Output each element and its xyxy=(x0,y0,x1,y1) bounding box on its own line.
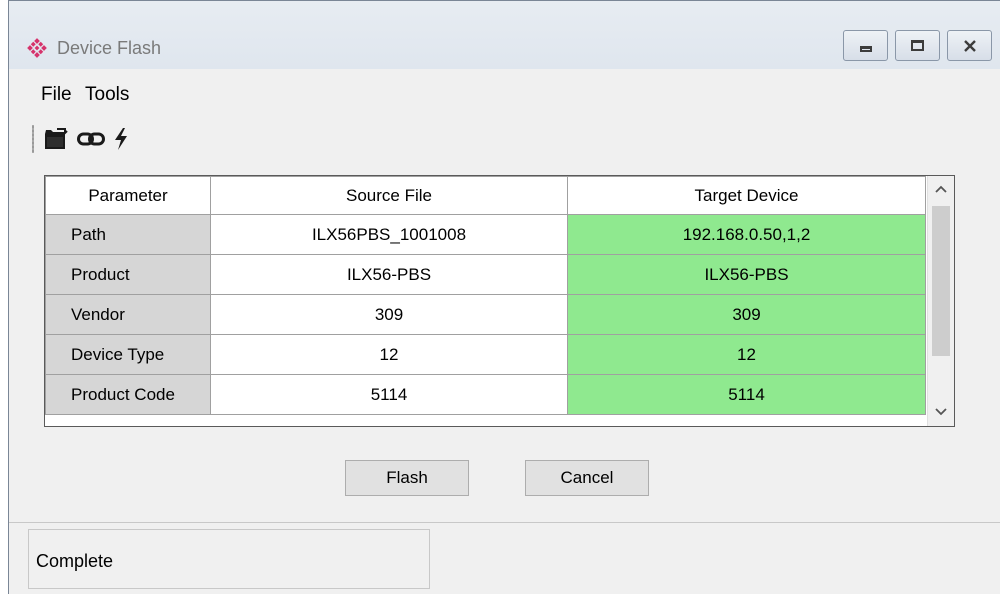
source-file-cell[interactable]: ILX56PBS_1001008 xyxy=(210,214,568,255)
app-icon xyxy=(27,38,47,58)
scrollbar-thumb[interactable] xyxy=(932,206,950,356)
table-row[interactable]: Product Code 5114 5114 xyxy=(45,374,926,415)
parameter-cell[interactable]: Vendor xyxy=(45,294,211,335)
source-file-cell[interactable]: 12 xyxy=(210,334,568,375)
chevron-up-icon xyxy=(935,185,947,193)
target-device-cell[interactable]: 309 xyxy=(567,294,926,335)
window-controls xyxy=(843,30,992,61)
table-row[interactable]: Device Type 12 12 xyxy=(45,334,926,375)
parameter-cell[interactable]: Product Code xyxy=(45,374,211,415)
status-text: Complete xyxy=(36,551,114,571)
column-header-parameter[interactable]: Parameter xyxy=(45,176,211,215)
open-folder-icon[interactable] xyxy=(43,127,69,151)
toolbar xyxy=(9,113,1000,163)
source-file-cell[interactable]: 5114 xyxy=(210,374,568,415)
toolbar-grip[interactable] xyxy=(32,125,34,153)
source-file-cell[interactable]: ILX56-PBS xyxy=(210,254,568,295)
table-header-row: Parameter Source File Target Device xyxy=(45,176,926,215)
parameter-cell[interactable]: Device Type xyxy=(45,334,211,375)
column-header-target-device[interactable]: Target Device xyxy=(567,176,926,215)
parameter-grid: Parameter Source File Target Device Path… xyxy=(44,175,955,427)
scroll-up-button[interactable] xyxy=(928,178,954,200)
minimize-button[interactable] xyxy=(843,30,888,61)
flash-button[interactable]: Flash xyxy=(345,460,469,496)
status-separator xyxy=(9,522,1000,523)
chevron-down-icon xyxy=(935,408,947,416)
link-icon[interactable] xyxy=(77,131,105,147)
parameter-table: Parameter Source File Target Device Path… xyxy=(45,176,926,415)
close-icon xyxy=(963,39,976,52)
maximize-button[interactable] xyxy=(895,30,940,61)
title-bar[interactable]: Device Flash xyxy=(9,1,1000,69)
device-flash-window: Device Flash File Tools Parameter Source… xyxy=(8,0,1000,594)
column-header-source-file[interactable]: Source File xyxy=(210,176,568,215)
source-file-cell[interactable]: 309 xyxy=(210,294,568,335)
menu-bar xyxy=(9,69,1000,111)
table-row[interactable]: Vendor 309 309 xyxy=(45,294,926,335)
parameter-cell[interactable]: Product xyxy=(45,254,211,295)
menu-file[interactable]: File xyxy=(41,84,72,106)
target-device-cell[interactable]: 5114 xyxy=(567,374,926,415)
vertical-scrollbar[interactable] xyxy=(927,176,954,426)
maximize-icon xyxy=(911,40,924,51)
minimize-icon xyxy=(859,45,872,52)
table-row[interactable]: Product ILX56-PBS ILX56-PBS xyxy=(45,254,926,295)
close-button[interactable] xyxy=(947,30,992,61)
table-row[interactable]: Path ILX56PBS_1001008 192.168.0.50,1,2 xyxy=(45,214,926,255)
target-device-cell[interactable]: ILX56-PBS xyxy=(567,254,926,295)
target-device-cell[interactable]: 192.168.0.50,1,2 xyxy=(567,214,926,255)
scroll-down-button[interactable] xyxy=(928,401,954,423)
target-device-cell[interactable]: 12 xyxy=(567,334,926,375)
window-title: Device Flash xyxy=(57,38,162,58)
cancel-button[interactable]: Cancel xyxy=(525,460,649,496)
menu-tools[interactable]: Tools xyxy=(85,84,129,106)
status-bar: Complete xyxy=(28,529,430,589)
parameter-cell[interactable]: Path xyxy=(45,214,211,255)
lightning-icon[interactable] xyxy=(112,127,130,151)
